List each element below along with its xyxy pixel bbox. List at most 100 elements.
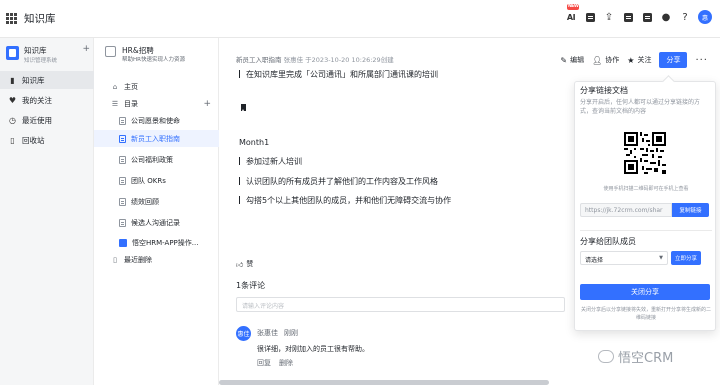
- home-icon: ⌂: [112, 82, 118, 91]
- member-select-value: 请选择: [585, 257, 604, 264]
- space-desc: 帮助HR快速实现人力资源: [122, 57, 185, 63]
- doc-month-heading: Month1: [239, 138, 270, 147]
- tree-toc[interactable]: ☰ 目录 +: [94, 95, 219, 112]
- close-share-button[interactable]: 关闭分享: [580, 284, 710, 300]
- ai-icon[interactable]: NEW AI: [565, 4, 580, 24]
- comment-input[interactable]: 请输入评论内容: [236, 297, 565, 312]
- left-nav: 知识库 知识管理系统 + ▮ 知识库 ♥ 我的关注 ◷ 最近使用 ▯ 回收站: [0, 38, 94, 385]
- new-badge: NEW: [567, 4, 580, 10]
- bell-icon[interactable]: ●: [660, 10, 672, 24]
- doc-bullet: 参加过新人培训: [239, 156, 302, 167]
- tree-doc-item[interactable]: 悟空HRM-APP操作...: [94, 234, 219, 251]
- tree-doc-item-active[interactable]: 新员工入职指南: [94, 130, 219, 147]
- app-doc-icon: [119, 238, 127, 247]
- comment-time: 刚刚: [284, 329, 298, 337]
- chevron-down-icon: ▼: [659, 255, 663, 261]
- follow-button[interactable]: ★ 关注: [627, 55, 651, 65]
- bookmark-icon: [241, 104, 246, 111]
- tree-doc-item[interactable]: 绩效回顾: [94, 193, 219, 210]
- user-icon: 👤︎: [592, 55, 603, 65]
- doc-icon[interactable]: [622, 10, 634, 24]
- reply-link[interactable]: 回复: [257, 358, 271, 368]
- grid-icon[interactable]: [6, 13, 17, 24]
- tree-doc-item[interactable]: 公司福利政策: [94, 151, 219, 168]
- share-members-title: 分享给团队成员: [580, 237, 636, 246]
- copy-link-button[interactable]: 复制链接: [672, 203, 709, 217]
- app-title: 知识库: [24, 13, 56, 25]
- tree-home[interactable]: ⌂ 主页: [94, 78, 219, 95]
- document-icon: [119, 197, 126, 206]
- share-popup-title: 分享链接文档: [580, 86, 628, 95]
- chat-icon: [598, 350, 614, 363]
- watermark: 悟空CRM: [598, 347, 673, 366]
- add-doc-icon[interactable]: +: [203, 99, 211, 109]
- nav-item-label: 我的关注: [22, 95, 52, 105]
- doc-bullet: 勾搭5个以上其他团队的成员，并和他们无障碍交流与协作: [239, 195, 451, 206]
- member-select[interactable]: 请选择 ▼: [580, 251, 668, 265]
- doc-bullet: 认识团队的所有成员并了解他们的工作内容及工作风格: [239, 176, 438, 187]
- follow-label: 关注: [637, 56, 652, 64]
- qr-code: [624, 132, 666, 174]
- trash-icon: ▯: [113, 255, 117, 264]
- doc-tree-panel: HR&招聘 帮助HR快速实现人力资源 ⌂ 主页 ☰ 目录 + 公司愿景和使命 新…: [94, 38, 219, 385]
- comment-count: 1条评论: [236, 281, 266, 290]
- nav-item-label: 最近使用: [22, 115, 52, 125]
- share-link-field[interactable]: https://jk.72crm.com/shar: [580, 203, 672, 217]
- share-now-button[interactable]: 立即分享: [671, 251, 701, 265]
- kb-header: 知识库 知识管理系统 +: [6, 44, 90, 67]
- tree-doc-item[interactable]: 公司愿景和使命: [94, 112, 219, 129]
- tree-recent-deleted[interactable]: ▯ 最近删除: [94, 251, 219, 268]
- upload-icon[interactable]: ⇪: [603, 10, 615, 24]
- comment-text: 很详细，对刚加入的员工很有帮助。: [257, 345, 369, 353]
- nav-item-trash[interactable]: ▯ 回收站: [0, 131, 94, 149]
- more-icon[interactable]: ···: [695, 55, 708, 66]
- nav-item-recent[interactable]: ◷ 最近使用: [0, 111, 94, 129]
- tree-home-label: 主页: [124, 82, 138, 91]
- trash-icon: ▯: [10, 135, 15, 145]
- kb-add-icon[interactable]: +: [82, 44, 90, 54]
- doc-paragraph: 在知识库里完成「公司通讯」和所属部门通讯课的培训: [239, 69, 438, 80]
- like-label: 赞: [246, 260, 254, 268]
- tree-doc-label: 悟空HRM-APP操作...: [132, 238, 199, 247]
- doc-title: 新员工入职指南: [236, 56, 282, 64]
- nav-item-following[interactable]: ♥ 我的关注: [0, 91, 94, 109]
- avatar[interactable]: 惠: [698, 10, 712, 24]
- doc-actions: ✎ 编辑 👤︎ 协作 ★ 关注 分享 ···: [560, 52, 708, 68]
- tree-doc-label: 候选人沟通记录: [131, 218, 180, 227]
- tree-doc-label: 公司福利政策: [131, 155, 173, 164]
- edit-label: 编辑: [570, 56, 585, 64]
- list-icon: ☰: [111, 99, 119, 108]
- check-icon[interactable]: [584, 10, 596, 24]
- share-popup-footer: 关闭分享后以分享链接将失效，重新打开分享将生成新的二维码链接: [580, 307, 711, 321]
- edit-button[interactable]: ✎ 编辑: [560, 55, 584, 65]
- kb-logo-icon: [6, 46, 19, 60]
- share-button[interactable]: 分享: [659, 52, 688, 68]
- doc-bullet-text: 参加过新人培训: [246, 157, 302, 166]
- calendar-icon[interactable]: [641, 10, 653, 24]
- collab-button[interactable]: 👤︎ 协作: [592, 55, 619, 65]
- heart-icon: ♥: [8, 95, 17, 105]
- kb-desc: 知识管理系统: [24, 58, 58, 64]
- document-icon: [119, 176, 126, 185]
- commenter-name: 张惠佳: [257, 329, 278, 337]
- tree-doc-label: 团队 OKRs: [131, 176, 166, 185]
- tree-doc-label: 公司愿景和使命: [131, 116, 180, 125]
- tree-doc-item[interactable]: 候选人沟通记录: [94, 214, 219, 231]
- nav-item-knowledge[interactable]: ▮ 知识库: [0, 71, 94, 89]
- star-icon: ★: [627, 55, 635, 65]
- help-icon[interactable]: ?: [679, 10, 691, 24]
- delete-link[interactable]: 删除: [279, 358, 293, 368]
- tree-doc-item[interactable]: 团队 OKRs: [94, 172, 219, 189]
- qr-hint: 使用手机扫描二维码即可在手机上查看: [603, 186, 689, 192]
- like-button[interactable]: 👍︎ 赞: [236, 259, 253, 269]
- doc-meta: 新员工入职指南 张惠佳 于2023-10-20 10:26:29创建: [236, 54, 394, 64]
- horizontal-scrollbar[interactable]: [219, 380, 549, 385]
- clock-icon: ◷: [9, 115, 16, 125]
- collab-label: 协作: [605, 56, 620, 64]
- book-icon: ▮: [10, 75, 15, 85]
- tree-toc-label: 目录: [124, 99, 138, 108]
- nav-item-label: 知识库: [22, 75, 45, 85]
- document-icon: [119, 155, 126, 164]
- tree-recent-deleted-label: 最近删除: [124, 255, 152, 264]
- doc-line-text: 在知识库里完成「公司通讯」和所属部门通讯课的培训: [246, 70, 438, 79]
